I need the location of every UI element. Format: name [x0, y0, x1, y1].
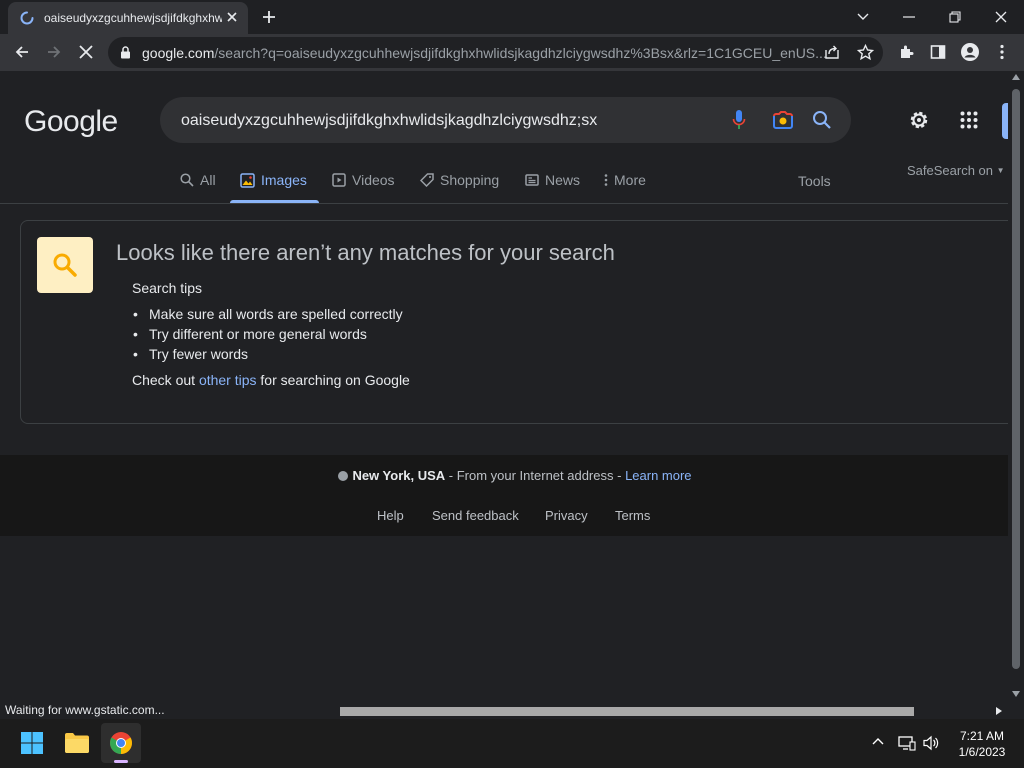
more-vert-icon: [604, 174, 608, 186]
tab-shopping[interactable]: Shopping: [420, 172, 499, 188]
scroll-up-arrow-icon[interactable]: [1012, 74, 1020, 80]
close-tab-icon[interactable]: [226, 11, 238, 23]
search-tip-item: Try different or more general words: [132, 326, 367, 342]
tab-images-label: Images: [261, 172, 307, 188]
close-window-button[interactable]: [978, 0, 1024, 34]
search-tips-heading: Search tips: [132, 280, 203, 296]
no-results-card: Looks like there aren’t any matches for …: [20, 220, 1008, 424]
news-icon: [525, 174, 539, 186]
tag-icon: [420, 173, 434, 187]
vertical-scrollbar[interactable]: [1008, 71, 1024, 703]
back-button[interactable]: [8, 38, 36, 66]
search-icon[interactable]: [810, 108, 834, 132]
scroll-right-arrow-icon[interactable]: [996, 707, 1002, 715]
tab-title: oaiseudyxzgcuhhewjsdjifdkghxhw: [44, 11, 222, 25]
address-bar[interactable]: google.com/search?q=oaiseudyxzgcuhhewjsd…: [108, 37, 883, 68]
other-tips-line: Check out other tips for searching on Go…: [132, 372, 410, 388]
location-line: New York, USA - From your Internet addre…: [0, 468, 1008, 483]
forward-button[interactable]: [40, 38, 68, 66]
url-text: google.com/search?q=oaiseudyxzgcuhhewjsd…: [142, 45, 827, 61]
stop-loading-button[interactable]: [72, 38, 100, 66]
lock-icon[interactable]: [120, 46, 131, 59]
search-icon: [180, 173, 194, 187]
search-box[interactable]: oaiseudyxzgcuhhewjsdjifdkghxhwlidsjkagdh…: [160, 97, 851, 143]
tab-all[interactable]: All: [180, 172, 216, 188]
page-footer: New York, USA - From your Internet addre…: [0, 455, 1008, 536]
scroll-down-arrow-icon[interactable]: [1012, 691, 1020, 697]
google-apps-icon[interactable]: [960, 111, 978, 129]
location-dot-icon: [338, 471, 349, 481]
location-city: New York, USA: [352, 468, 446, 483]
url-path: /search?q=oaiseudyxzgcuhhewjsdjifdkghxhw…: [214, 45, 827, 61]
restore-button[interactable]: [932, 0, 978, 34]
tools-label: Tools: [798, 173, 831, 189]
windows-taskbar: 7:21 AM 1/6/2023: [0, 719, 1024, 768]
tab-videos-label: Videos: [352, 172, 395, 188]
side-panel-icon[interactable]: [924, 38, 952, 66]
tools-button[interactable]: Tools: [798, 173, 831, 189]
voice-search-icon[interactable]: [727, 108, 751, 132]
tab-news-label: News: [545, 172, 581, 188]
footer-link-privacy[interactable]: Privacy: [545, 508, 588, 523]
loading-spinner-icon: [20, 11, 34, 25]
url-host: google.com: [142, 45, 215, 61]
checkout-prefix: Check out: [132, 372, 199, 388]
volume-icon[interactable]: [922, 735, 940, 751]
google-logo[interactable]: Google: [24, 105, 118, 139]
vertical-scroll-thumb[interactable]: [1012, 89, 1020, 669]
browser-menu-icon[interactable]: [988, 38, 1016, 66]
system-clock[interactable]: 7:21 AM 1/6/2023: [944, 728, 1020, 760]
horizontal-scroll-thumb[interactable]: [340, 707, 914, 716]
footer-link-help[interactable]: Help: [377, 508, 404, 523]
other-tips-link[interactable]: other tips: [199, 372, 257, 388]
checkout-suffix: for searching on Google: [256, 372, 410, 388]
network-icon[interactable]: [898, 735, 916, 751]
file-explorer-icon[interactable]: [57, 723, 97, 763]
tab-more-label: More: [614, 172, 646, 188]
active-app-indicator: [114, 760, 128, 763]
learn-more-link[interactable]: Learn more: [625, 468, 691, 483]
safesearch-label: SafeSearch on: [907, 163, 994, 178]
video-icon: [332, 173, 346, 187]
search-input[interactable]: oaiseudyxzgcuhhewjsdjifdkghxhwlidsjkagdh…: [181, 112, 597, 130]
minimize-button[interactable]: [886, 0, 932, 34]
settings-gear-icon[interactable]: [907, 108, 931, 132]
search-tip-item: Make sure all words are spelled correctl…: [132, 306, 403, 322]
extensions-icon[interactable]: [892, 38, 920, 66]
bookmark-star-icon[interactable]: [857, 44, 874, 61]
tab-strip: oaiseudyxzgcuhhewjsdjifdkghxhw: [0, 0, 1024, 34]
tab-all-label: All: [200, 172, 216, 188]
safesearch-menu[interactable]: SafeSearch on ▼: [907, 163, 1005, 178]
search-tip-item: Try fewer words: [132, 346, 248, 362]
search-magnifier-icon: [37, 237, 93, 293]
lens-search-icon[interactable]: [771, 108, 795, 132]
clock-time: 7:21 AM: [959, 729, 1005, 743]
profile-avatar-icon[interactable]: [956, 38, 984, 66]
footer-link-send-feedback[interactable]: Send feedback: [432, 508, 519, 523]
no-results-title: Looks like there aren’t any matches for …: [116, 240, 615, 265]
tab-more[interactable]: More: [604, 172, 646, 188]
image-icon: [240, 172, 255, 188]
tab-images[interactable]: Images: [240, 172, 307, 188]
nav-divider: [0, 203, 1008, 204]
tab-news[interactable]: News: [525, 172, 580, 188]
browser-toolbar: google.com/search?q=oaiseudyxzgcuhhewjsd…: [0, 34, 1024, 71]
browser-tab[interactable]: oaiseudyxzgcuhhewjsdjifdkghxhw: [8, 2, 248, 34]
chrome-taskbar-icon[interactable]: [101, 723, 141, 763]
show-hidden-icons-chevron-icon[interactable]: [872, 737, 884, 745]
horizontal-scrollbar[interactable]: [340, 703, 1008, 719]
share-icon[interactable]: [824, 44, 840, 60]
location-source: - From your Internet address -: [445, 468, 626, 483]
web-page: Google oaiseudyxzgcuhhewjsdjifdkghxhwlid…: [0, 71, 1008, 703]
new-tab-button[interactable]: [260, 8, 278, 26]
status-bar: Waiting for www.gstatic.com...: [0, 703, 170, 719]
windows-start-icon[interactable]: [12, 723, 52, 763]
tab-shopping-label: Shopping: [440, 172, 500, 188]
footer-link-terms[interactable]: Terms: [615, 508, 650, 523]
dropdown-arrow-icon: ▼: [996, 166, 1005, 175]
clock-date: 1/6/2023: [958, 745, 1006, 759]
tab-search-button[interactable]: [840, 0, 886, 34]
tab-videos[interactable]: Videos: [332, 172, 395, 188]
